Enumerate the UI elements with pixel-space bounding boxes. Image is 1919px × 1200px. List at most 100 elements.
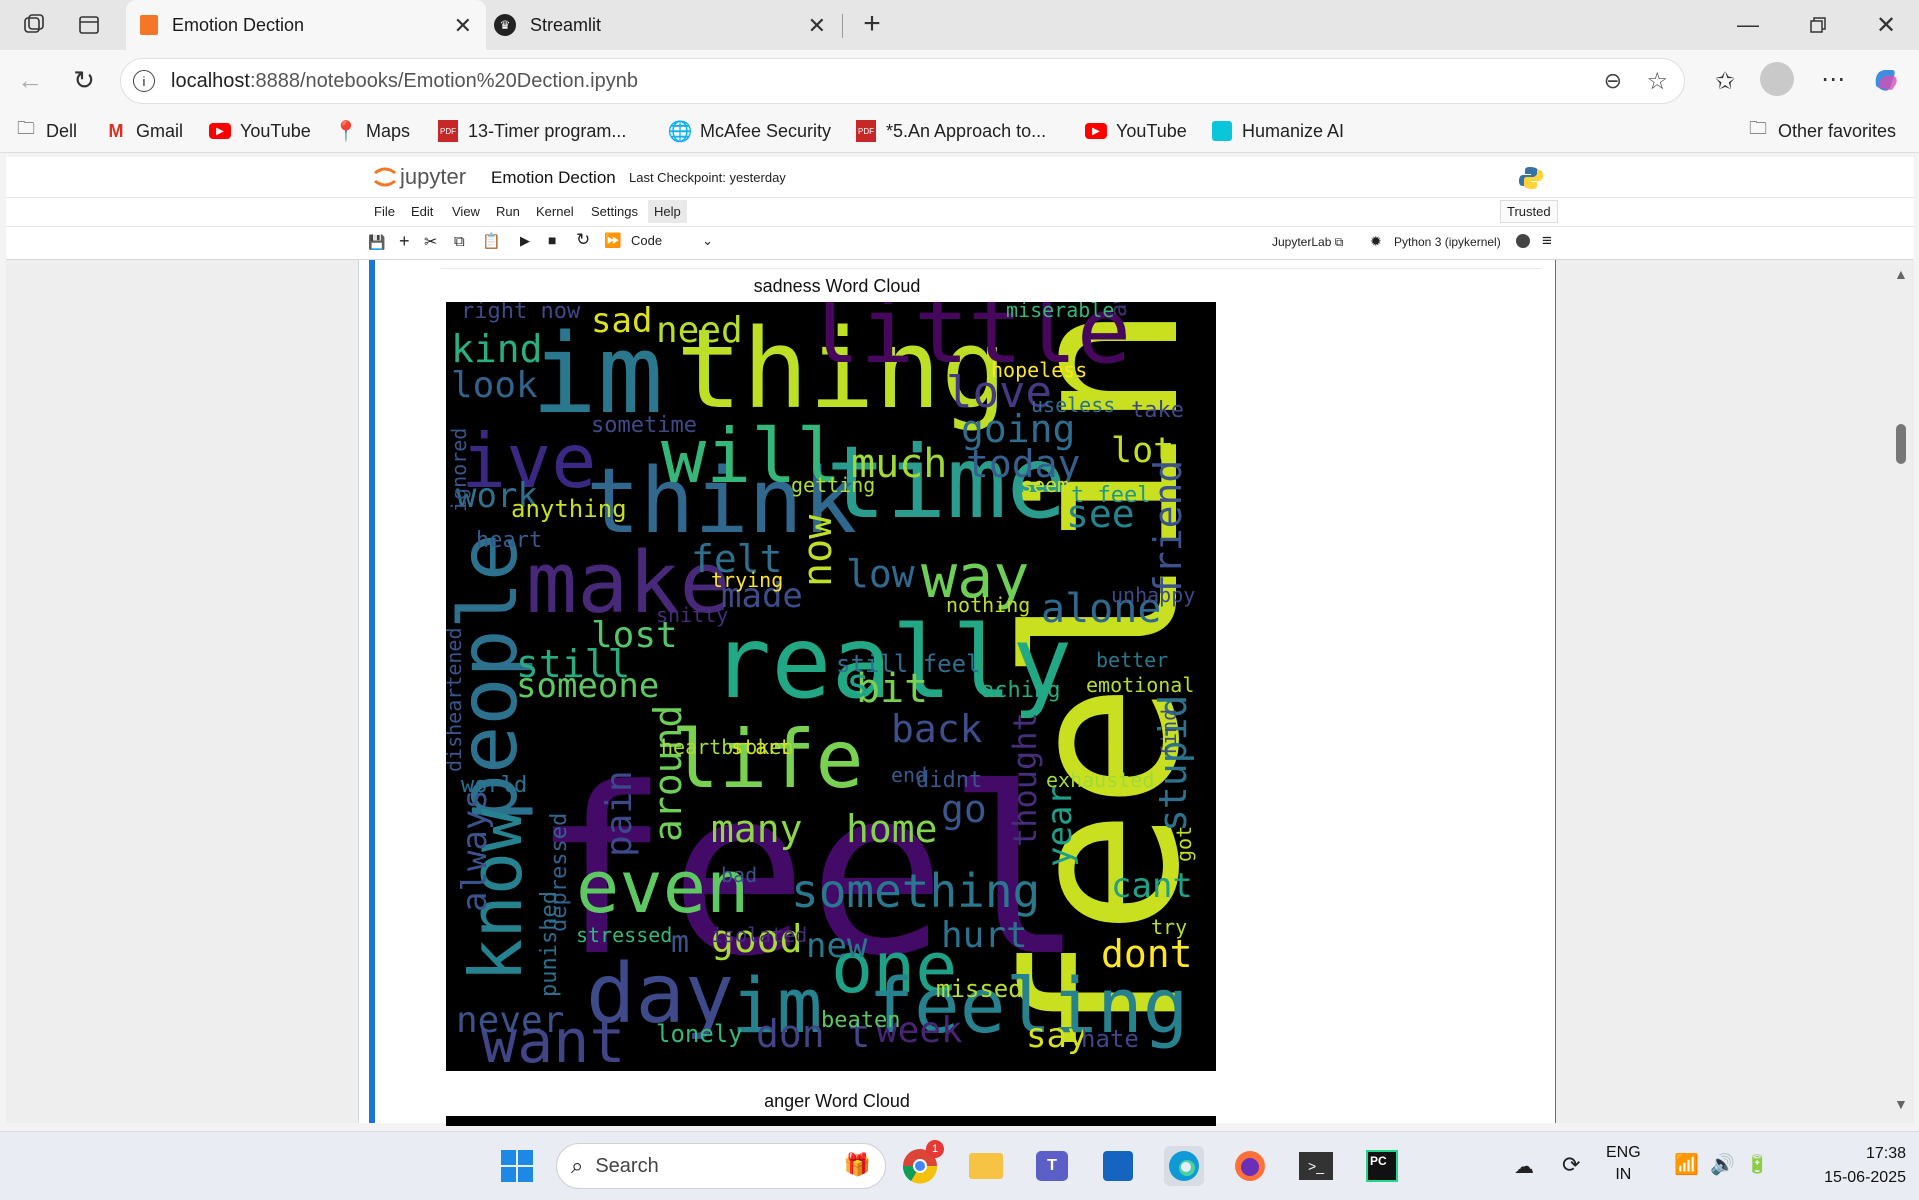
zoom-icon[interactable]: ⊖ (1604, 68, 1622, 94)
menu-settings[interactable]: Settings (591, 204, 638, 219)
fav-gmail[interactable]: M Gmail (104, 120, 184, 142)
fav-timer-program[interactable]: PDF 13-Timer program... (436, 120, 626, 142)
fav-youtube-1[interactable]: ▶ YouTube (208, 120, 311, 142)
store-icon[interactable] (1098, 1146, 1138, 1186)
site-info-icon[interactable]: i (133, 70, 155, 92)
new-tab-icon[interactable]: + (858, 7, 886, 40)
cell-type-select[interactable]: Code ⌄ (631, 233, 713, 248)
wordcloud-word: miserable (1006, 302, 1114, 322)
scroll-thumb[interactable] (1896, 424, 1906, 464)
tab-actions-icon[interactable] (75, 12, 103, 38)
menu-view[interactable]: View (452, 204, 480, 219)
more-menu-icon[interactable]: ⋯ (1816, 62, 1850, 96)
fav-label: Humanize AI (1242, 120, 1345, 141)
favorite-star-icon[interactable]: ☆ (1646, 67, 1668, 96)
fav-maps[interactable]: 📍 Maps (334, 120, 410, 143)
menu-file[interactable]: File (374, 204, 395, 219)
wifi-icon[interactable]: 📶 (1674, 1152, 1699, 1177)
address-bar[interactable]: i localhost:8888/notebooks/Emotion%20Dec… (120, 58, 1685, 104)
firefox-icon[interactable] (1230, 1146, 1270, 1186)
wordcloud-word: useless (1031, 393, 1115, 417)
back-icon[interactable]: ← (14, 64, 46, 96)
menu-run[interactable]: Run (496, 204, 520, 219)
wordcloud-word: say (1026, 1016, 1087, 1056)
wordcloud-word: new (806, 926, 868, 966)
fav-dell[interactable]: 🗀 Dell (14, 118, 77, 142)
jupyter-logo-text: jupyter (400, 164, 467, 189)
chrome-icon[interactable]: 1 (900, 1140, 944, 1186)
tab-emotion-dection[interactable]: Emotion Dection ✕ (126, 0, 486, 50)
menu-edit[interactable]: Edit (411, 204, 433, 219)
youtube-icon: ▶ (1084, 120, 1108, 142)
taskbar-search[interactable]: ⌕ Search 🎁 (556, 1143, 886, 1189)
youtube-icon: ▶ (208, 120, 232, 142)
scroll-down-icon[interactable]: ▼ (1894, 1096, 1908, 1112)
battery-icon[interactable]: 🔋 (1746, 1154, 1768, 1175)
edge-icon[interactable] (1164, 1146, 1204, 1186)
wordcloud-word: ignored (447, 428, 471, 512)
pycharm-icon[interactable]: PC (1362, 1146, 1402, 1186)
jupyter-logo[interactable]: jupyter (372, 163, 466, 191)
wordcloud-word: punished (537, 891, 562, 997)
wordcloud-word: seem (1021, 473, 1069, 497)
copilot-icon[interactable] (1868, 62, 1902, 96)
paste-icon[interactable]: 📋 (482, 232, 501, 250)
fav-humanize-ai[interactable]: Humanize AI (1210, 120, 1344, 142)
notebook-name[interactable]: Emotion Dection (491, 168, 616, 188)
windows-start-icon[interactable] (497, 1146, 537, 1186)
teams-icon[interactable]: T (1032, 1146, 1072, 1186)
wordcloud-word: trying (711, 568, 783, 592)
refresh-icon[interactable]: ↻ (68, 64, 100, 96)
fav-youtube-2[interactable]: ▶ YouTube (1084, 120, 1187, 142)
profile-avatar[interactable] (1760, 62, 1794, 96)
wordcloud-word: hate (1081, 1025, 1139, 1053)
fav-mcafee[interactable]: 🌐 McAfee Security (668, 120, 832, 143)
restore-icon[interactable] (1800, 10, 1836, 40)
cell-type-value: Code (631, 233, 663, 248)
kernel-name[interactable]: Python 3 (ipykernel) (1394, 235, 1501, 249)
minimize-icon[interactable]: — (1730, 10, 1766, 40)
wordcloud-word: getting (791, 473, 875, 497)
favorites-icon[interactable]: ✩ (1708, 64, 1742, 98)
sync-icon[interactable]: ⟳ (1562, 1152, 1580, 1178)
scroll-up-icon[interactable]: ▲ (1894, 266, 1908, 282)
copy-icon[interactable]: ⧉ (454, 233, 465, 250)
wordcloud-word: world (461, 773, 527, 798)
wordcloud-word: missed (936, 975, 1023, 1003)
close-tab-icon[interactable]: ✕ (454, 13, 472, 39)
stop-icon[interactable]: ■ (548, 232, 556, 248)
menu-kernel[interactable]: Kernel (536, 204, 574, 219)
sadness-wordcloud-title: sadness Word Cloud (753, 276, 921, 296)
debugger-icon[interactable]: ✹ (1370, 233, 1382, 250)
fav-approach[interactable]: PDF *5.An Approach to... (854, 120, 1046, 142)
search-placeholder: Search (595, 1154, 659, 1177)
close-tab-icon[interactable]: ✕ (808, 13, 826, 39)
cut-icon[interactable]: ✂ (424, 232, 437, 252)
workspaces-icon[interactable] (20, 12, 48, 38)
trusted-indicator[interactable]: Trusted (1500, 200, 1558, 223)
restart-icon[interactable]: ↻ (576, 230, 590, 250)
url-path: :8888/notebooks/Emotion%20Dection.ipynb (249, 69, 638, 92)
hamburger-menu-icon[interactable]: ≡ (1542, 231, 1552, 251)
onedrive-error-icon[interactable]: ☁ (1514, 1154, 1534, 1179)
wordcloud-word: didnt (916, 768, 982, 793)
run-icon[interactable]: ▶ (520, 233, 530, 249)
volume-icon[interactable]: 🔊 (1710, 1152, 1735, 1177)
terminal-icon[interactable]: >_ (1296, 1146, 1336, 1186)
run-all-icon[interactable]: ⏩ (604, 232, 621, 249)
menu-help[interactable]: Help (648, 200, 687, 223)
language-indicator[interactable]: ENG IN (1606, 1142, 1641, 1186)
insert-cell-icon[interactable]: + (399, 231, 410, 252)
tab-streamlit[interactable]: ♛ Streamlit ✕ (490, 0, 840, 50)
jupyterlab-link[interactable]: JupyterLab ⧉ (1272, 235, 1343, 250)
file-explorer-icon[interactable] (966, 1146, 1006, 1186)
kernel-status-icon (1516, 234, 1530, 248)
page-scrollbar[interactable]: ▲ ▼ (1890, 262, 1914, 1122)
fav-label: Other favorites (1778, 120, 1897, 141)
system-clock[interactable]: 17:38 15-06-2025 (1796, 1142, 1906, 1190)
wordcloud-word: right now (461, 302, 581, 324)
save-icon[interactable]: 💾 (368, 234, 385, 251)
close-window-icon[interactable]: ✕ (1868, 10, 1904, 40)
wordcloud-word: aching (981, 678, 1060, 703)
fav-other-favorites[interactable]: 🗀 Other favorites (1746, 118, 1897, 142)
